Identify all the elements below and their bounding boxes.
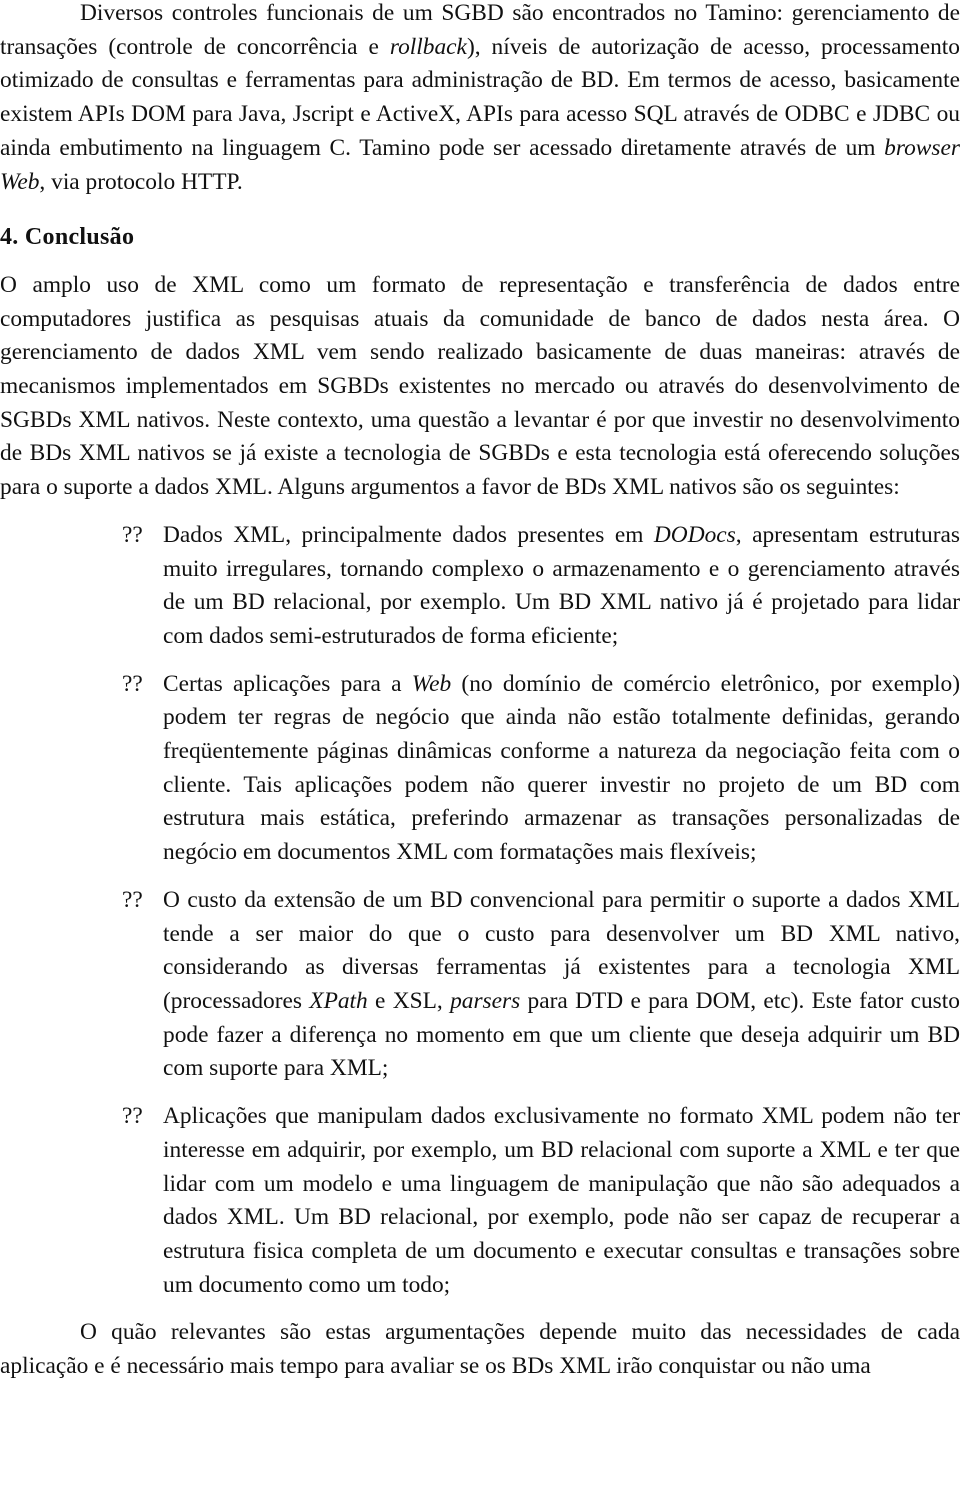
bullet-marker: ?? bbox=[122, 886, 143, 913]
list-item: ?? Aplicações que manipulam dados exclus… bbox=[0, 1100, 960, 1302]
list-item-text-segment: e XSL, bbox=[367, 987, 451, 1014]
conclusion-paragraph: O amplo uso de XML como um formato de re… bbox=[0, 271, 960, 501]
list-item: ?? Dados XML, principalmente dados prese… bbox=[0, 519, 960, 654]
document-page: Diversos controles funcionais de um SGBD… bbox=[0, 0, 960, 1384]
bullet-marker: ?? bbox=[122, 521, 143, 548]
bullet-marker: ?? bbox=[122, 670, 143, 697]
list-item-italic-dodocs: DODocs bbox=[653, 521, 736, 548]
closing-paragraph: O quão relevantes são estas argumentaçõe… bbox=[0, 1319, 960, 1380]
list-item-text-segment: Dados XML, principalmente dados presente… bbox=[163, 521, 654, 548]
list-item: ?? O custo da extensão de um BD convenci… bbox=[0, 884, 960, 1086]
list-item-text-segment: Aplicações que manipulam dados exclusiva… bbox=[163, 1103, 960, 1298]
bullet-marker: ?? bbox=[122, 1103, 143, 1130]
list-item-text-segment: (no domínio de comércio eletrônico, por … bbox=[163, 670, 960, 866]
list-item-italic-parsers: parsers bbox=[450, 987, 521, 1014]
intro-italic-rollback: rollback bbox=[389, 33, 467, 60]
intro-text-3: , via protocolo HTTP. bbox=[39, 168, 243, 195]
list-item-italic-web: Web bbox=[411, 670, 452, 697]
list-item-text-segment: Certas aplicações para a bbox=[163, 670, 412, 697]
list-item: ?? Certas aplicações para a Web (no domí… bbox=[0, 668, 960, 870]
list-item-text: Aplicações que manipulam dados exclusiva… bbox=[163, 1100, 960, 1302]
list-item-text: O custo da extensão de um BD convenciona… bbox=[163, 884, 960, 1086]
intro-paragraph: Diversos controles funcionais de um SGBD… bbox=[0, 0, 960, 199]
list-item-italic-xpath: XPath bbox=[309, 987, 368, 1014]
section-heading: 4. Conclusão bbox=[0, 224, 135, 251]
list-item-text: Certas aplicações para a Web (no domínio… bbox=[163, 668, 960, 870]
arguments-list: ?? Dados XML, principalmente dados prese… bbox=[0, 519, 960, 1302]
list-item-text: Dados XML, principalmente dados presente… bbox=[163, 519, 960, 654]
